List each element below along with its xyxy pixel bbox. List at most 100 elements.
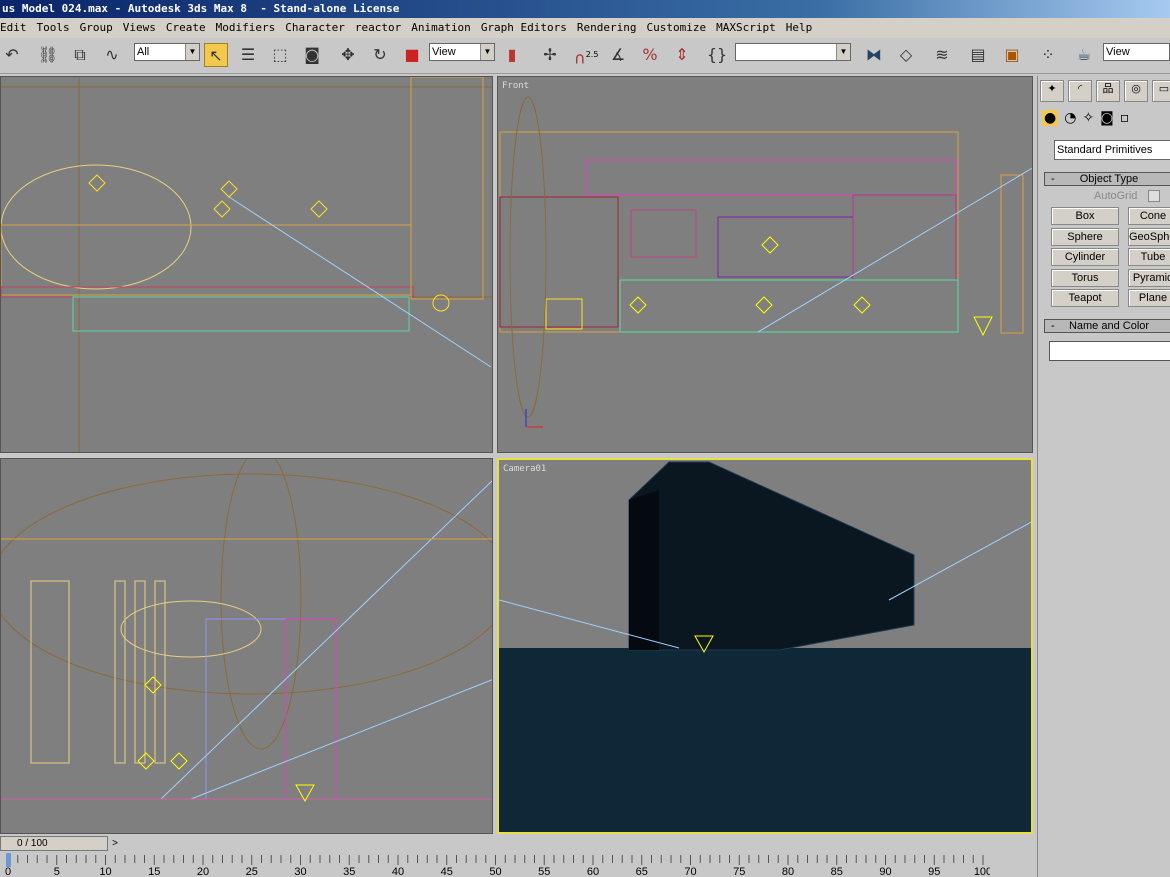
- create-pyramid-button[interactable]: Pyramid: [1128, 268, 1170, 287]
- collapse-icon: -: [1051, 173, 1055, 185]
- create-tab-icon[interactable]: ✦: [1040, 80, 1064, 102]
- geometry-icon[interactable]: ●: [1042, 110, 1059, 126]
- helpers-icon[interactable]: ▫: [1120, 110, 1130, 126]
- title-bar: us Model 024.max - Autodesk 3ds Max 8 - …: [0, 0, 1170, 18]
- menu-modifiers[interactable]: Modifiers: [216, 18, 276, 38]
- modify-tab-icon[interactable]: ◜: [1068, 80, 1092, 102]
- render-scene-icon[interactable]: ☕: [1072, 43, 1096, 67]
- time-slider[interactable]: 0 / 100 >: [0, 836, 118, 851]
- render-type-dropdown[interactable]: View: [1103, 43, 1170, 61]
- create-torus-button[interactable]: Torus: [1051, 268, 1119, 287]
- next-frame-button[interactable]: >: [108, 837, 122, 850]
- menu-reactor[interactable]: reactor: [355, 18, 401, 38]
- tick-label: 65: [636, 866, 648, 877]
- viewport-camera[interactable]: Camera01: [497, 458, 1033, 834]
- name-color-rollout-header[interactable]: - Name and Color: [1044, 319, 1170, 333]
- select-and-rotate-icon[interactable]: ↻: [368, 43, 392, 67]
- tick-label: 25: [246, 866, 258, 877]
- viewport-front[interactable]: Front: [497, 76, 1033, 453]
- menu-views[interactable]: Views: [123, 18, 156, 38]
- window-crossing-icon[interactable]: ◙: [300, 43, 324, 67]
- schematic-view-icon[interactable]: ▣: [1000, 43, 1024, 67]
- motion-tab-icon[interactable]: ◎: [1124, 80, 1148, 102]
- menu-rendering[interactable]: Rendering: [577, 18, 637, 38]
- create-plane-button[interactable]: Plane: [1128, 289, 1170, 308]
- rectangular-selection-icon[interactable]: ⬚: [268, 43, 292, 67]
- unlink-icon[interactable]: ⧉: [68, 43, 92, 67]
- tick-label: 35: [343, 866, 355, 877]
- lights-icon[interactable]: ✧: [1082, 110, 1094, 126]
- render-type-value: View: [1106, 46, 1130, 58]
- snap-toggle-icon[interactable]: ∩2.5: [574, 43, 598, 67]
- select-and-scale-icon[interactable]: ■: [400, 43, 424, 67]
- menu-graph-editors[interactable]: Graph Editors: [481, 18, 567, 38]
- command-panel: ✦ ◜ 品 ◎ ▭ ● ◔ ✧ ◙ ▫ Standard Primitives …: [1037, 76, 1170, 877]
- mirror-icon[interactable]: ⧓: [862, 43, 886, 67]
- use-pivot-icon[interactable]: ▮: [500, 43, 524, 67]
- tick-label: 15: [148, 866, 160, 877]
- create-sphere-button[interactable]: Sphere: [1051, 227, 1119, 246]
- edit-named-selections-icon[interactable]: {}: [705, 43, 729, 67]
- menu-help[interactable]: Help: [786, 18, 813, 38]
- display-tab-icon[interactable]: ▭: [1152, 80, 1170, 102]
- time-slider-label: 0 / 100: [17, 838, 48, 849]
- tick-label: 20: [197, 866, 209, 877]
- layer-manager-icon[interactable]: ≋: [930, 43, 954, 67]
- bind-space-warp-icon[interactable]: ∿: [100, 43, 124, 67]
- tick-label: 85: [831, 866, 843, 877]
- tick-label: 50: [489, 866, 501, 877]
- create-cylinder-button[interactable]: Cylinder: [1051, 248, 1119, 267]
- tick-label: 55: [538, 866, 550, 877]
- object-name-input[interactable]: [1049, 341, 1170, 361]
- object-type-rollout-header[interactable]: - Object Type: [1044, 172, 1170, 186]
- viewport-top[interactable]: [0, 76, 493, 453]
- reference-coordinate-dropdown[interactable]: View ▼: [429, 43, 495, 61]
- menu-tools[interactable]: Tools: [37, 18, 70, 38]
- autogrid-checkbox[interactable]: [1148, 190, 1160, 202]
- menu-character[interactable]: Character: [285, 18, 345, 38]
- current-frame-marker: [6, 853, 11, 867]
- tick-label: 60: [587, 866, 599, 877]
- shapes-icon[interactable]: ◔: [1064, 110, 1076, 126]
- menu-create[interactable]: Create: [166, 18, 206, 38]
- tick-label: 75: [733, 866, 745, 877]
- select-object-icon[interactable]: ↖: [204, 43, 228, 67]
- select-by-name-icon[interactable]: ☰: [236, 43, 260, 67]
- create-geosphere-button[interactable]: GeoSphere: [1128, 227, 1170, 246]
- menu-group[interactable]: Group: [80, 18, 113, 38]
- material-editor-icon[interactable]: ⁘: [1036, 43, 1060, 67]
- tick-label: 30: [294, 866, 306, 877]
- create-tube-button[interactable]: Tube: [1128, 248, 1170, 267]
- create-box-button[interactable]: Box: [1051, 207, 1119, 225]
- create-teapot-button[interactable]: Teapot: [1051, 289, 1119, 308]
- cameras-icon[interactable]: ◙: [1100, 110, 1114, 126]
- ref-coord-value: View: [432, 46, 456, 58]
- named-selection-sets-dropdown[interactable]: ▼: [735, 43, 851, 61]
- menu-customize[interactable]: Customize: [647, 18, 707, 38]
- curve-editor-icon[interactable]: ▤: [966, 43, 990, 67]
- category-icons: ● ◔ ✧ ◙ ▫: [1042, 110, 1129, 126]
- selection-filter-dropdown[interactable]: All ▼: [134, 43, 200, 61]
- create-cone-button[interactable]: Cone: [1128, 207, 1170, 225]
- primitive-type-dropdown[interactable]: Standard Primitives: [1054, 140, 1170, 160]
- spinner-snap-icon[interactable]: ⇕: [670, 43, 694, 67]
- percent-snap-icon[interactable]: %: [638, 43, 662, 67]
- timeline-ruler[interactable]: 0 5 10 15 20 25 30 35 40 45 50 55 60 65 70 75 80 85 90 95 10…: [5, 853, 990, 877]
- select-and-move-icon[interactable]: ✥: [336, 43, 360, 67]
- angle-snap-icon[interactable]: ∡: [606, 43, 630, 67]
- chevron-down-icon: ▼: [836, 44, 850, 60]
- align-icon[interactable]: ◇: [894, 43, 918, 67]
- menu-animation[interactable]: Animation: [411, 18, 471, 38]
- front-view-wireframe: [499, 96, 1032, 428]
- manipulate-icon[interactable]: ✢: [538, 43, 562, 67]
- tick-label: 0: [5, 866, 11, 877]
- viewport-left[interactable]: [0, 458, 493, 834]
- menu-edit[interactable]: Edit: [0, 18, 27, 38]
- undo-icon[interactable]: ↶: [0, 43, 24, 67]
- menu-bar: Edit Tools Group Views Create Modifiers Charac…: [0, 18, 1170, 38]
- menu-maxscript[interactable]: MAXScript: [716, 18, 776, 38]
- collapse-icon: -: [1051, 320, 1055, 332]
- select-and-link-icon[interactable]: ⛓: [36, 43, 60, 67]
- tick-label: 45: [441, 866, 453, 877]
- hierarchy-tab-icon[interactable]: 品: [1096, 80, 1120, 102]
